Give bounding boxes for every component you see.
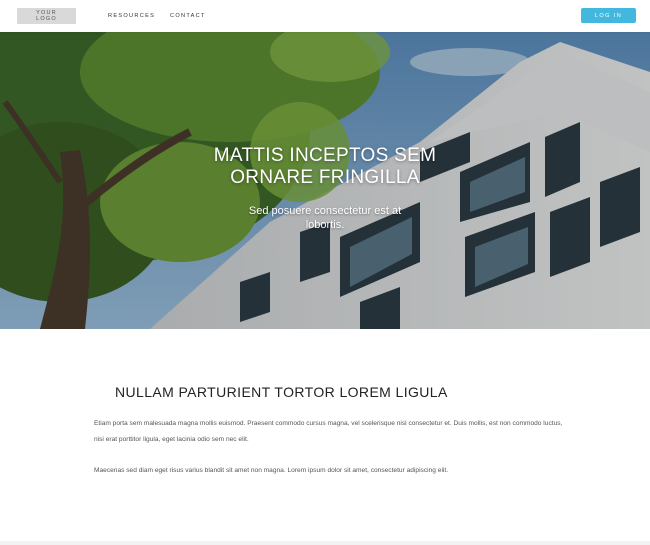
- section-heading: NULLAM PARTURIENT TORTOR LOREM LIGULA: [115, 384, 448, 400]
- hero-title: MATTIS INCEPTOS SEM ORNARE FRINGILLA: [0, 145, 650, 189]
- login-button[interactable]: LOG IN: [581, 8, 636, 23]
- hero-title-line-1: MATTIS INCEPTOS SEM: [213, 144, 437, 166]
- body-paragraph-1: Etiam porta sem malesuada magna mollis e…: [94, 420, 563, 443]
- body-paragraph-2: Maecenas sed diam eget risus varius blan…: [94, 467, 449, 474]
- hero-title-line-2: ORNARE FRINGILLA: [230, 166, 420, 188]
- hero-subtitle: Sed posuere consectetur est at lobortis.: [0, 204, 650, 232]
- nav-link-contact[interactable]: CONTACT: [170, 13, 206, 19]
- nav-link-resources[interactable]: RESOURCES: [108, 13, 155, 19]
- logo-line-2: LOGO: [36, 16, 57, 22]
- logo[interactable]: YOUR LOGO: [17, 8, 76, 24]
- top-navbar: YOUR LOGO RESOURCES CONTACT LOG IN: [0, 0, 650, 32]
- hero-subtitle-line-1: Sed posuere consectetur est at: [248, 205, 402, 217]
- hero-banner: MATTIS INCEPTOS SEM ORNARE FRINGILLA Sed…: [0, 32, 650, 329]
- hero-subtitle-line-2: lobortis.: [305, 219, 345, 231]
- footer-strip: [0, 541, 650, 545]
